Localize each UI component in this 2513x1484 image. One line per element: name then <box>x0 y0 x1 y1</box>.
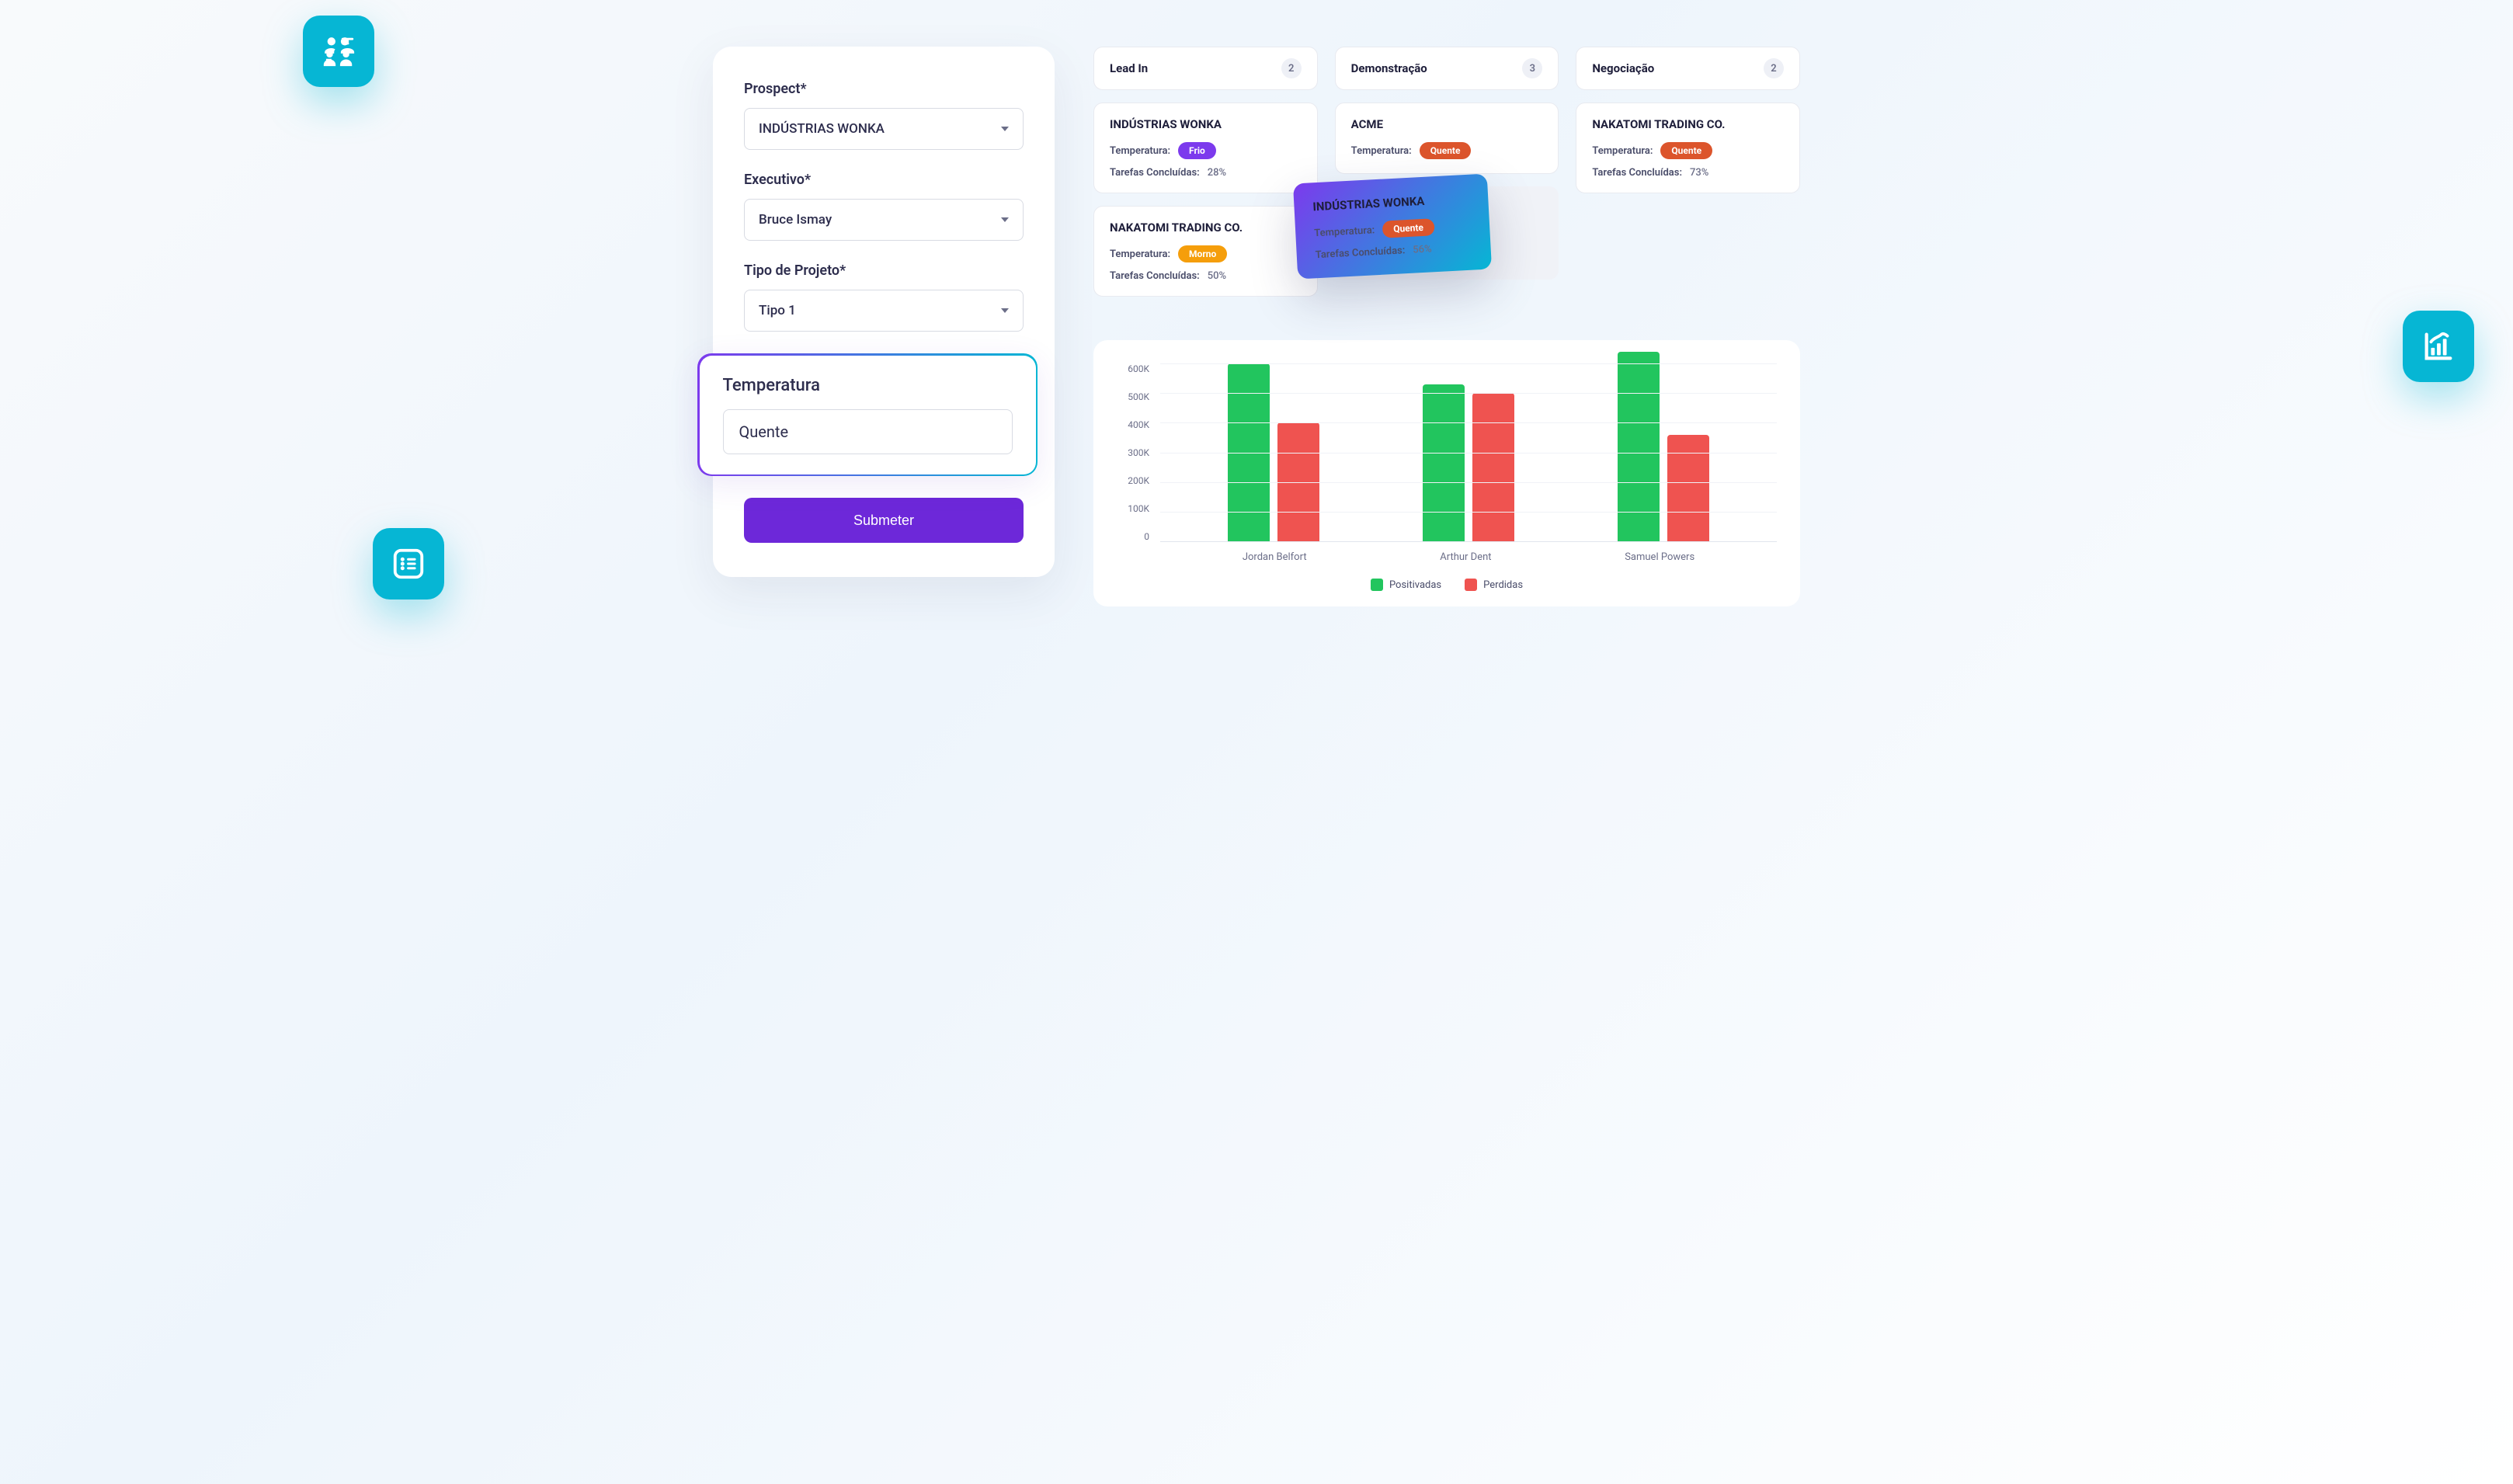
chart-bar[interactable] <box>1667 435 1709 541</box>
kanban-column: Negociação 2 NAKATOMI TRADING CO. Temper… <box>1576 47 1800 309</box>
temp-label: Temperatura: <box>1592 145 1653 157</box>
project-type-value: Tipo 1 <box>759 303 796 318</box>
chart-bar[interactable] <box>1472 393 1514 541</box>
temp-badge: Quente <box>1420 142 1472 159</box>
column-title: Demonstração <box>1351 61 1427 75</box>
project-type-field-group: Tipo de Projeto* Tipo 1 <box>744 262 1024 332</box>
column-count: 3 <box>1522 58 1542 78</box>
temp-label: Temperatura: <box>1110 145 1170 157</box>
column-header: Demonstração 3 <box>1335 47 1559 90</box>
temperature-value: Quente <box>739 422 789 441</box>
ytick-label: 400K <box>1117 419 1149 430</box>
chart-icon[interactable] <box>2403 311 2474 382</box>
chart-yaxis: 600K 500K 400K 300K 200K 100K 0 <box>1117 363 1160 542</box>
temperature-select[interactable]: Quente <box>723 409 1013 454</box>
temp-label: Temperatura: <box>1314 224 1375 239</box>
kanban-card[interactable]: ACME Temperatura: Quente <box>1335 103 1559 174</box>
chevron-down-icon <box>1001 127 1009 131</box>
column-header: Lead In 2 <box>1093 47 1318 90</box>
legend-swatch <box>1465 579 1477 591</box>
temperature-highlight: Temperatura Quente <box>697 353 1038 476</box>
temp-label: Temperatura: <box>1110 248 1170 260</box>
kanban-card[interactable]: NAKATOMI TRADING CO. Temperatura:Quente … <box>1576 103 1800 193</box>
chart-xaxis: Jordan Belfort Arthur Dent Samuel Powers <box>1117 542 1777 563</box>
kanban-column: Lead In 2 INDÚSTRIAS WONKA Temperatura: F… <box>1093 47 1318 309</box>
prospect-value: INDÚSTRIAS WONKA <box>759 121 885 137</box>
temp-badge: Frio <box>1178 142 1216 159</box>
legend-label: Perdidas <box>1483 579 1523 591</box>
chart-bar[interactable] <box>1618 352 1660 541</box>
executive-field-group: Executivo* Bruce Ismay <box>744 172 1024 241</box>
prospect-label: Prospect* <box>744 81 1024 97</box>
tasks-label: Tarefas Concluídas: <box>1315 245 1405 261</box>
form-panel: Prospect* INDÚSTRIAS WONKA Executivo* Br… <box>713 47 1055 577</box>
chart-bar[interactable] <box>1423 384 1465 541</box>
tasks-value: 56% <box>1413 243 1432 255</box>
chart-legend: Positivadas Perdidas <box>1117 579 1777 591</box>
column-title: Negociação <box>1592 61 1654 75</box>
column-title: Lead In <box>1110 61 1148 75</box>
executive-select[interactable]: Bruce Ismay <box>744 199 1024 241</box>
card-title: ACME <box>1351 117 1543 131</box>
tasks-value: 28% <box>1208 167 1226 179</box>
kanban-card[interactable]: INDÚSTRIAS WONKA Temperatura: Frio Tarefa… <box>1093 103 1318 193</box>
contacts-icon[interactable] <box>303 16 374 87</box>
ytick-label: 600K <box>1117 363 1149 374</box>
kanban-card[interactable]: NAKATOMI TRADING CO. Temperatura: Morno T… <box>1093 206 1318 297</box>
ytick-label: 200K <box>1117 475 1149 486</box>
xtick-label: Arthur Dent <box>1440 551 1491 563</box>
project-type-label: Tipo de Projeto* <box>744 262 1024 279</box>
list-icon[interactable] <box>373 528 444 600</box>
legend-label: Positivadas <box>1389 579 1441 591</box>
card-title: INDÚSTRIAS WONKA <box>1110 117 1302 131</box>
chart-plot <box>1160 363 1777 542</box>
legend-item[interactable]: Positivadas <box>1371 579 1441 591</box>
xtick-label: Jordan Belfort <box>1243 551 1307 563</box>
submit-button[interactable]: Submeter <box>744 498 1024 543</box>
tasks-label: Tarefas Concluídas: <box>1110 270 1200 282</box>
tasks-value: 50% <box>1208 270 1226 282</box>
temp-badge: Morno <box>1178 245 1227 262</box>
chevron-down-icon <box>1001 308 1009 313</box>
xtick-label: Samuel Powers <box>1625 551 1694 563</box>
ytick-label: 500K <box>1117 391 1149 402</box>
card-title: INDÚSTRIAS WONKA <box>1312 192 1470 214</box>
column-count: 2 <box>1281 58 1302 78</box>
temp-badge: Quente <box>1382 218 1435 238</box>
temperature-label: Temperatura <box>723 376 1013 395</box>
project-type-select[interactable]: Tipo 1 <box>744 290 1024 332</box>
temp-badge: Quente <box>1660 142 1712 159</box>
executive-value: Bruce Ismay <box>759 212 832 228</box>
tasks-value: 73% <box>1690 167 1708 179</box>
card-title: NAKATOMI TRADING CO. <box>1592 117 1784 131</box>
legend-item[interactable]: Perdidas <box>1465 579 1523 591</box>
executive-label: Executivo* <box>744 172 1024 188</box>
legend-swatch <box>1371 579 1383 591</box>
prospect-select[interactable]: INDÚSTRIAS WONKA <box>744 108 1024 150</box>
ytick-label: 100K <box>1117 503 1149 514</box>
prospect-field-group: Prospect* INDÚSTRIAS WONKA <box>744 81 1024 150</box>
tasks-label: Tarefas Concluídas: <box>1110 167 1200 179</box>
chevron-down-icon <box>1001 217 1009 222</box>
column-header: Negociação 2 <box>1576 47 1800 90</box>
chart-panel: 600K 500K 400K 300K 200K 100K 0 Jordan Belfort… <box>1093 340 1800 606</box>
right-area: Lead In 2 INDÚSTRIAS WONKA Temperatura: F… <box>1093 47 1800 606</box>
ytick-label: 0 <box>1117 531 1149 542</box>
column-count: 2 <box>1764 58 1784 78</box>
card-title: NAKATOMI TRADING CO. <box>1110 221 1302 235</box>
dragged-card[interactable]: INDÚSTRIAS WONKA Temperatura: Quente Tar… <box>1293 174 1492 280</box>
ytick-label: 300K <box>1117 447 1149 458</box>
temp-label: Temperatura: <box>1351 145 1412 157</box>
tasks-label: Tarefas Concluídas: <box>1592 167 1682 179</box>
